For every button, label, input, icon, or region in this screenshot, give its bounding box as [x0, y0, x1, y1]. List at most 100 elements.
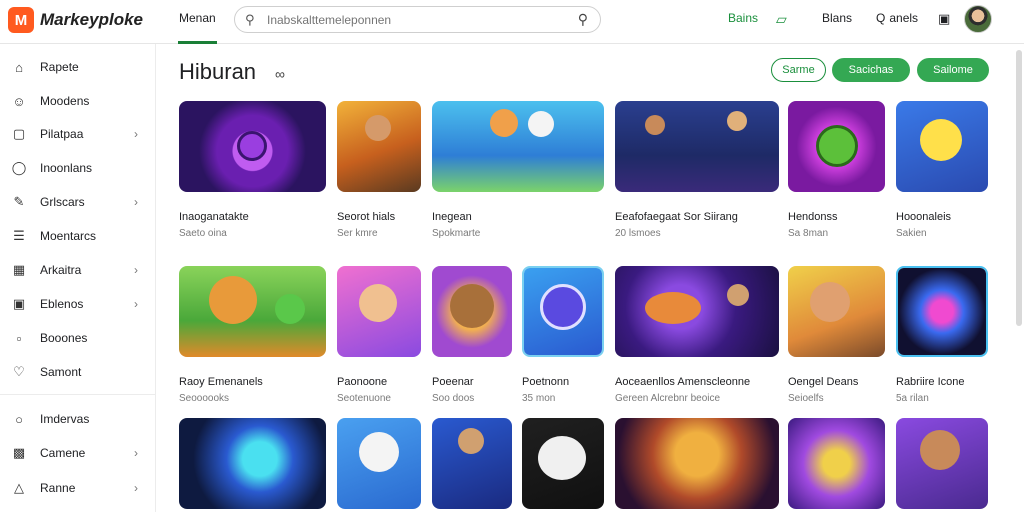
game-card[interactable]: Oengel Deans Seioelfs	[788, 266, 885, 404]
top-item-search[interactable]: Q anels	[876, 11, 918, 25]
primary-button-2[interactable]: Sailome	[917, 58, 989, 82]
game-card[interactable]: Poeenar Soo doos	[432, 266, 512, 404]
sidebar-item-arkaitra[interactable]: ▦ Arkaitra ›	[0, 255, 156, 285]
home-icon: ⌂	[15, 59, 23, 75]
main-content: Hiburan ∞ Sarme Sacichas Sailome Inaogan…	[156, 44, 1024, 512]
primary-button-1[interactable]: Sacichas	[832, 58, 910, 82]
sidebar-item-eblenos[interactable]: ▣ Eblenos ›	[0, 289, 156, 319]
sidebar-item-pilatpaa[interactable]: ▢ Pilatpaa ›	[0, 119, 156, 149]
clipboard-icon: ▫	[16, 330, 22, 346]
game-subtitle: Spokmarte	[432, 228, 481, 239]
search-icon: ⚲	[245, 11, 255, 27]
link-icon[interactable]: ∞	[275, 66, 285, 82]
sidebar-item-grlscars[interactable]: ✎ Grlscars ›	[0, 187, 156, 217]
game-thumbnail	[522, 418, 604, 509]
sidebar-item-moentarcs[interactable]: ☰ Moentarcs	[0, 221, 156, 251]
game-thumbnail	[615, 101, 779, 192]
nav-home-tab[interactable]: Menan	[179, 11, 216, 25]
game-card[interactable]	[432, 418, 512, 509]
game-subtitle: Seoooooks	[179, 393, 230, 404]
game-subtitle: 35 mon	[522, 393, 556, 404]
game-card[interactable]: Hooonaleis Sakien	[896, 101, 988, 239]
sidebar-item-samont[interactable]: ♡ Samont	[0, 357, 156, 387]
sidebar-item-rapete[interactable]: ⌂ Rapete	[0, 52, 156, 82]
search-input[interactable]	[267, 12, 578, 27]
search-submit-icon[interactable]: ⚲	[578, 11, 588, 28]
game-card[interactable]: Paonoone Seotenuone	[337, 266, 421, 404]
page-title: Hiburan	[179, 59, 257, 84]
chevron-right-icon: ›	[134, 446, 138, 460]
game-thumbnail	[522, 266, 604, 357]
game-card[interactable]: Raoy Emenanels Seoooooks	[179, 266, 326, 404]
game-card[interactable]	[788, 418, 885, 509]
game-card[interactable]	[896, 418, 988, 509]
game-thumbnail	[337, 418, 421, 509]
game-subtitle: Sa 8man	[788, 228, 829, 239]
gift-button[interactable]: ▱	[776, 11, 787, 28]
sidebar-item-inoonlans[interactable]: ◯ Inoonlans	[0, 153, 156, 183]
game-thumbnail	[896, 101, 988, 192]
avatar[interactable]	[964, 5, 992, 33]
game-subtitle: Sakien	[896, 228, 927, 239]
game-subtitle: Seioelfs	[788, 393, 824, 404]
game-thumbnail	[179, 101, 326, 192]
sidebar-item-imdervas[interactable]: ○ Imdervas	[0, 404, 156, 434]
gamepad-icon: ▩	[12, 445, 26, 460]
brush-icon: ✎	[13, 194, 25, 209]
game-card[interactable]: Poetnonn 35 mon	[522, 266, 604, 404]
top-item-blans[interactable]: Blans	[818, 11, 852, 25]
game-card[interactable]: Inegean Spokmarte	[432, 101, 604, 239]
game-card[interactable]	[337, 418, 421, 509]
game-thumbnail	[615, 418, 779, 509]
game-card[interactable]: Aoceaenllos Amenscleonne Gereen Alcrebnr…	[615, 266, 779, 404]
game-subtitle: Gereen Alcrebnr beoice	[615, 393, 721, 404]
game-card[interactable]: Hendonss Sa 8man	[788, 101, 885, 239]
sidebar-item-booones[interactable]: ▫ Booones	[0, 323, 156, 353]
clipboard-icon: ▣	[938, 11, 951, 26]
game-title: Oengel Deans	[788, 376, 859, 388]
sidebar-item-moodens[interactable]: ☺ Moodens	[0, 86, 156, 116]
sidebar-item-camene[interactable]: ▩ Camene ›	[0, 438, 156, 468]
sidebar-divider	[0, 394, 156, 395]
chart-icon: ▦	[12, 262, 26, 277]
chevron-right-icon: ›	[134, 127, 138, 141]
sidebar-item-ranne[interactable]: △ Ranne ›	[0, 473, 156, 503]
game-thumbnail	[788, 418, 885, 509]
game-title: Inaoganatakte	[179, 211, 249, 223]
vertical-scrollbar[interactable]	[1016, 50, 1022, 326]
game-title: Aoceaenllos Amenscleonne	[615, 376, 751, 388]
game-subtitle: 20 lsmoes	[615, 228, 661, 239]
game-title: Hooonaleis	[896, 211, 952, 223]
game-thumbnail	[337, 266, 421, 357]
game-title: Inegean	[432, 211, 472, 223]
person-icon: △	[14, 480, 24, 495]
logo-icon: M	[8, 7, 34, 33]
chat-icon: ○	[15, 411, 23, 427]
game-title: Raoy Emenanels	[179, 376, 263, 388]
game-card[interactable]: Eeafofaegaat Sor Siirang 20 lsmoes	[615, 101, 779, 239]
top-bar: M Markeyploke Menan ⚲ ⚲ Bains ▱ Blans Q …	[0, 0, 1024, 44]
list-icon: ☰	[13, 228, 25, 243]
game-card[interactable]: Inaoganatakte Saeto oina	[179, 101, 326, 239]
game-card[interactable]: Seorot hials Ser kmre	[337, 101, 421, 239]
gift-icon: ▱	[776, 11, 787, 27]
top-item-bains[interactable]: Bains	[724, 11, 758, 25]
game-title: Eeafofaegaat Sor Siirang	[615, 211, 738, 223]
app-logo[interactable]: M Markeyploke	[8, 7, 143, 33]
game-thumbnail	[432, 266, 512, 357]
clipboard-button[interactable]: ▣	[938, 11, 950, 27]
search-icon: Q	[876, 11, 886, 25]
chevron-right-icon: ›	[134, 195, 138, 209]
game-title: Poetnonn	[522, 376, 570, 388]
game-title: Paonoone	[337, 376, 388, 388]
game-card[interactable]	[179, 418, 326, 509]
game-card[interactable]	[522, 418, 604, 509]
game-card[interactable]: Rabriire Icone 5a rilan	[896, 266, 988, 404]
search-bar[interactable]: ⚲ ⚲	[234, 6, 601, 33]
game-thumbnail	[788, 266, 885, 357]
game-card[interactable]	[615, 418, 779, 509]
chevron-right-icon: ›	[134, 263, 138, 277]
game-thumbnail	[615, 266, 779, 357]
filter-button[interactable]: Sarme	[771, 58, 826, 82]
game-subtitle: Soo doos	[432, 393, 475, 404]
